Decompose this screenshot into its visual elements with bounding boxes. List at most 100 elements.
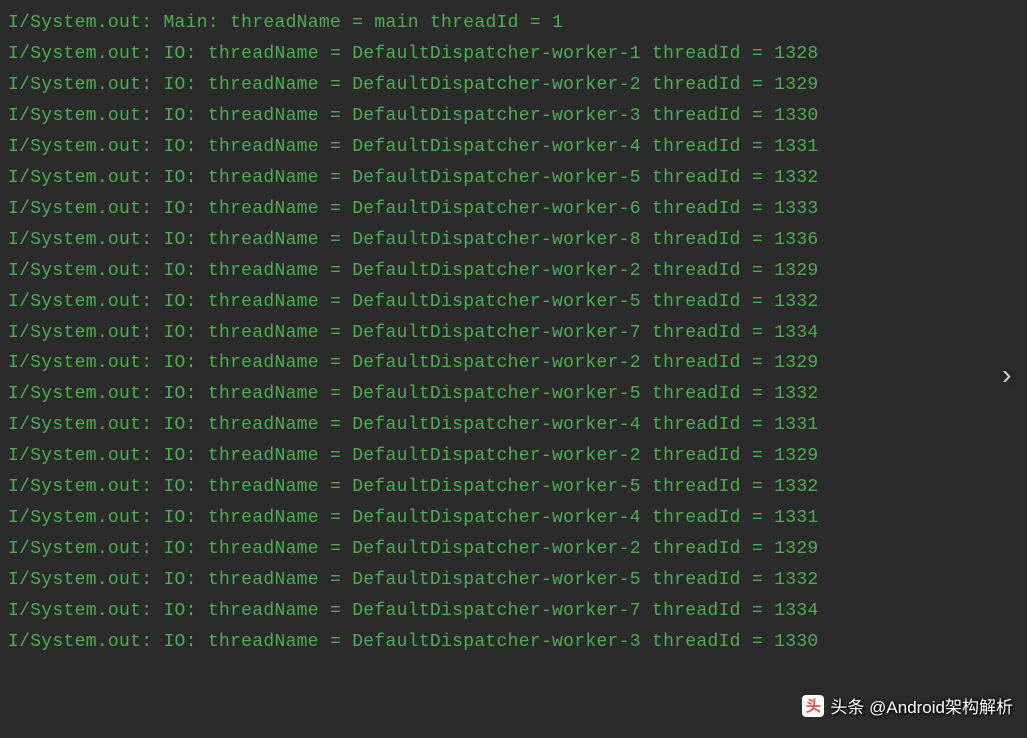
thread-name-value: DefaultDispatcher-worker-2	[352, 446, 641, 466]
thread-name-label: threadName =	[208, 601, 341, 621]
thread-name-label: threadName =	[208, 539, 341, 559]
log-prefix: I/System.out:	[8, 384, 152, 404]
log-prefix: I/System.out:	[8, 539, 152, 559]
next-image-arrow-icon[interactable]: ›	[998, 362, 1015, 393]
log-line[interactable]: I/System.out: Main: threadName = main th…	[8, 8, 1019, 39]
log-line[interactable]: I/System.out: IO: threadName = DefaultDi…	[8, 39, 1019, 70]
log-dispatcher: IO:	[163, 539, 196, 559]
log-line[interactable]: I/System.out: IO: threadName = DefaultDi…	[8, 472, 1019, 503]
thread-id-label: threadId =	[652, 601, 763, 621]
log-line[interactable]: I/System.out: IO: threadName = DefaultDi…	[8, 627, 1019, 658]
log-line[interactable]: I/System.out: IO: threadName = DefaultDi…	[8, 194, 1019, 225]
log-dispatcher: IO:	[163, 75, 196, 95]
log-line[interactable]: I/System.out: IO: threadName = DefaultDi…	[8, 596, 1019, 627]
log-line[interactable]: I/System.out: IO: threadName = DefaultDi…	[8, 441, 1019, 472]
log-line[interactable]: I/System.out: IO: threadName = DefaultDi…	[8, 132, 1019, 163]
log-line[interactable]: I/System.out: IO: threadName = DefaultDi…	[8, 534, 1019, 565]
thread-name-value: DefaultDispatcher-worker-1	[352, 44, 641, 64]
log-line[interactable]: I/System.out: IO: threadName = DefaultDi…	[8, 379, 1019, 410]
log-line[interactable]: I/System.out: IO: threadName = DefaultDi…	[8, 348, 1019, 379]
log-prefix: I/System.out:	[8, 13, 152, 33]
thread-name-label: threadName =	[208, 137, 341, 157]
log-prefix: I/System.out:	[8, 477, 152, 497]
log-prefix: I/System.out:	[8, 632, 152, 652]
thread-name-label: threadName =	[208, 384, 341, 404]
log-dispatcher: Main:	[163, 13, 219, 33]
thread-name-label: threadName =	[208, 292, 341, 312]
log-output-container: I/System.out: Main: threadName = main th…	[8, 8, 1019, 658]
log-prefix: I/System.out:	[8, 106, 152, 126]
thread-name-label: threadName =	[208, 44, 341, 64]
log-line[interactable]: I/System.out: IO: threadName = DefaultDi…	[8, 565, 1019, 596]
thread-id-value: 1331	[774, 508, 818, 528]
log-line[interactable]: I/System.out: IO: threadName = DefaultDi…	[8, 287, 1019, 318]
log-prefix: I/System.out:	[8, 446, 152, 466]
log-dispatcher: IO:	[163, 601, 196, 621]
log-line[interactable]: I/System.out: IO: threadName = DefaultDi…	[8, 70, 1019, 101]
thread-id-value: 1329	[774, 75, 818, 95]
thread-name-value: DefaultDispatcher-worker-3	[352, 106, 641, 126]
log-dispatcher: IO:	[163, 446, 196, 466]
thread-name-value: DefaultDispatcher-worker-7	[352, 601, 641, 621]
thread-id-label: threadId =	[652, 261, 763, 281]
thread-id-value: 1329	[774, 539, 818, 559]
thread-id-label: threadId =	[652, 106, 763, 126]
thread-id-label: threadId =	[652, 446, 763, 466]
thread-id-value: 1332	[774, 168, 818, 188]
thread-id-label: threadId =	[652, 199, 763, 219]
thread-name-label: threadName =	[208, 199, 341, 219]
log-line[interactable]: I/System.out: IO: threadName = DefaultDi…	[8, 163, 1019, 194]
log-prefix: I/System.out:	[8, 230, 152, 250]
thread-id-label: threadId =	[652, 292, 763, 312]
log-line[interactable]: I/System.out: IO: threadName = DefaultDi…	[8, 225, 1019, 256]
log-line[interactable]: I/System.out: IO: threadName = DefaultDi…	[8, 101, 1019, 132]
log-line[interactable]: I/System.out: IO: threadName = DefaultDi…	[8, 256, 1019, 287]
thread-name-value: DefaultDispatcher-worker-5	[352, 570, 641, 590]
thread-id-label: threadId =	[652, 415, 763, 435]
thread-id-value: 1332	[774, 292, 818, 312]
thread-id-value: 1330	[774, 632, 818, 652]
thread-id-value: 1331	[774, 137, 818, 157]
thread-id-value: 1329	[774, 261, 818, 281]
thread-name-value: DefaultDispatcher-worker-4	[352, 508, 641, 528]
thread-id-label: threadId =	[430, 13, 541, 33]
thread-id-value: 1334	[774, 601, 818, 621]
thread-name-value: DefaultDispatcher-worker-4	[352, 415, 641, 435]
thread-name-value: DefaultDispatcher-worker-3	[352, 632, 641, 652]
log-prefix: I/System.out:	[8, 199, 152, 219]
thread-id-label: threadId =	[652, 323, 763, 343]
thread-name-label: threadName =	[208, 261, 341, 281]
log-line[interactable]: I/System.out: IO: threadName = DefaultDi…	[8, 410, 1019, 441]
thread-id-label: threadId =	[652, 168, 763, 188]
thread-id-label: threadId =	[652, 384, 763, 404]
thread-id-value: 1330	[774, 106, 818, 126]
thread-id-label: threadId =	[652, 353, 763, 373]
log-prefix: I/System.out:	[8, 570, 152, 590]
thread-id-value: 1336	[774, 230, 818, 250]
thread-id-label: threadId =	[652, 632, 763, 652]
thread-id-label: threadId =	[652, 570, 763, 590]
thread-name-label: threadName =	[208, 446, 341, 466]
thread-name-value: DefaultDispatcher-worker-5	[352, 168, 641, 188]
thread-name-value: main	[374, 13, 418, 33]
thread-name-label: threadName =	[208, 353, 341, 373]
log-dispatcher: IO:	[163, 199, 196, 219]
log-dispatcher: IO:	[163, 384, 196, 404]
thread-id-value: 1334	[774, 323, 818, 343]
log-prefix: I/System.out:	[8, 261, 152, 281]
log-line[interactable]: I/System.out: IO: threadName = DefaultDi…	[8, 503, 1019, 534]
thread-name-value: DefaultDispatcher-worker-7	[352, 323, 641, 343]
log-prefix: I/System.out:	[8, 415, 152, 435]
thread-id-value: 1328	[774, 44, 818, 64]
log-dispatcher: IO:	[163, 106, 196, 126]
log-dispatcher: IO:	[163, 261, 196, 281]
log-line[interactable]: I/System.out: IO: threadName = DefaultDi…	[8, 318, 1019, 349]
thread-name-value: DefaultDispatcher-worker-4	[352, 137, 641, 157]
thread-name-label: threadName =	[208, 508, 341, 528]
thread-name-value: DefaultDispatcher-worker-5	[352, 292, 641, 312]
log-prefix: I/System.out:	[8, 137, 152, 157]
thread-name-label: threadName =	[208, 570, 341, 590]
log-prefix: I/System.out:	[8, 323, 152, 343]
watermark-text: 头条 @Android架构解析	[830, 693, 1013, 718]
thread-name-value: DefaultDispatcher-worker-2	[352, 261, 641, 281]
